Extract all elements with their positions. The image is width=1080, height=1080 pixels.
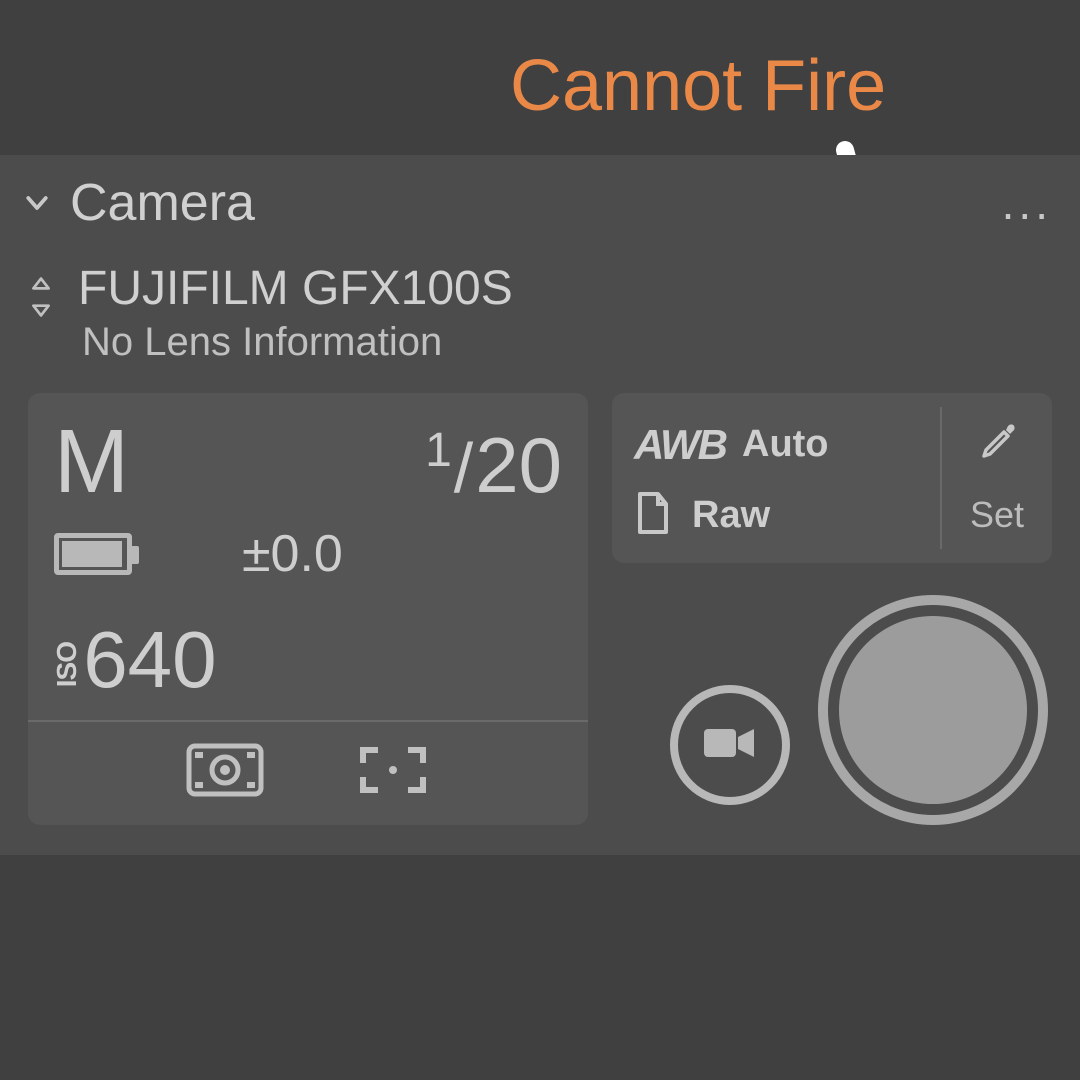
- camera-model: FUJIFILM GFX100S: [78, 261, 513, 316]
- capture-button[interactable]: [818, 595, 1048, 825]
- camera-selector[interactable]: FUJIFILM GFX100S No Lens Information: [0, 243, 1080, 371]
- shutter-numerator: 1: [425, 423, 452, 478]
- wb-format-box: AWB Auto Raw: [612, 393, 1052, 563]
- shutter-speed[interactable]: 1 / 20: [425, 420, 562, 511]
- ev-compensation[interactable]: ±0.0: [242, 524, 343, 584]
- battery-icon: [54, 533, 132, 575]
- exposure-settings: M 1 / 20 ±0.0 ISO 640: [28, 393, 588, 825]
- panel-header: Camera ...: [0, 155, 1080, 243]
- collapse-toggle[interactable]: [22, 188, 52, 218]
- video-record-button[interactable]: [670, 685, 790, 805]
- wb-mode: Auto: [742, 423, 829, 466]
- wb-picker-set[interactable]: Set: [942, 393, 1052, 563]
- exposure-mode[interactable]: M: [54, 411, 129, 514]
- shutter-denominator: 20: [475, 420, 562, 511]
- panel-menu-button[interactable]: ...: [1002, 176, 1052, 230]
- format-label: Raw: [692, 494, 770, 537]
- eyedropper-icon: [974, 420, 1020, 471]
- lens-info: No Lens Information: [82, 320, 513, 365]
- focus-mode-icon[interactable]: [355, 742, 431, 803]
- iso-value: 640: [83, 614, 216, 706]
- iso-label: ISO: [54, 642, 79, 687]
- shutter-slash: /: [454, 428, 473, 508]
- file-format[interactable]: Raw: [634, 490, 930, 541]
- awb-icon: AWB: [634, 421, 726, 469]
- video-icon: [702, 723, 758, 768]
- metering-mode-icon[interactable]: [185, 742, 265, 803]
- iso-setting[interactable]: ISO 640: [54, 614, 562, 706]
- camera-switch-icon: [28, 275, 56, 324]
- panel-title: Camera: [70, 173, 1002, 233]
- annotation-label: Cannot Fire: [510, 45, 886, 127]
- white-balance[interactable]: AWB Auto: [634, 421, 930, 469]
- file-icon: [634, 490, 672, 541]
- set-label: Set: [970, 494, 1024, 536]
- camera-panel: Camera ... FUJIFILM GFX100S No Lens Info…: [0, 155, 1080, 855]
- capture-button-inner: [839, 616, 1027, 804]
